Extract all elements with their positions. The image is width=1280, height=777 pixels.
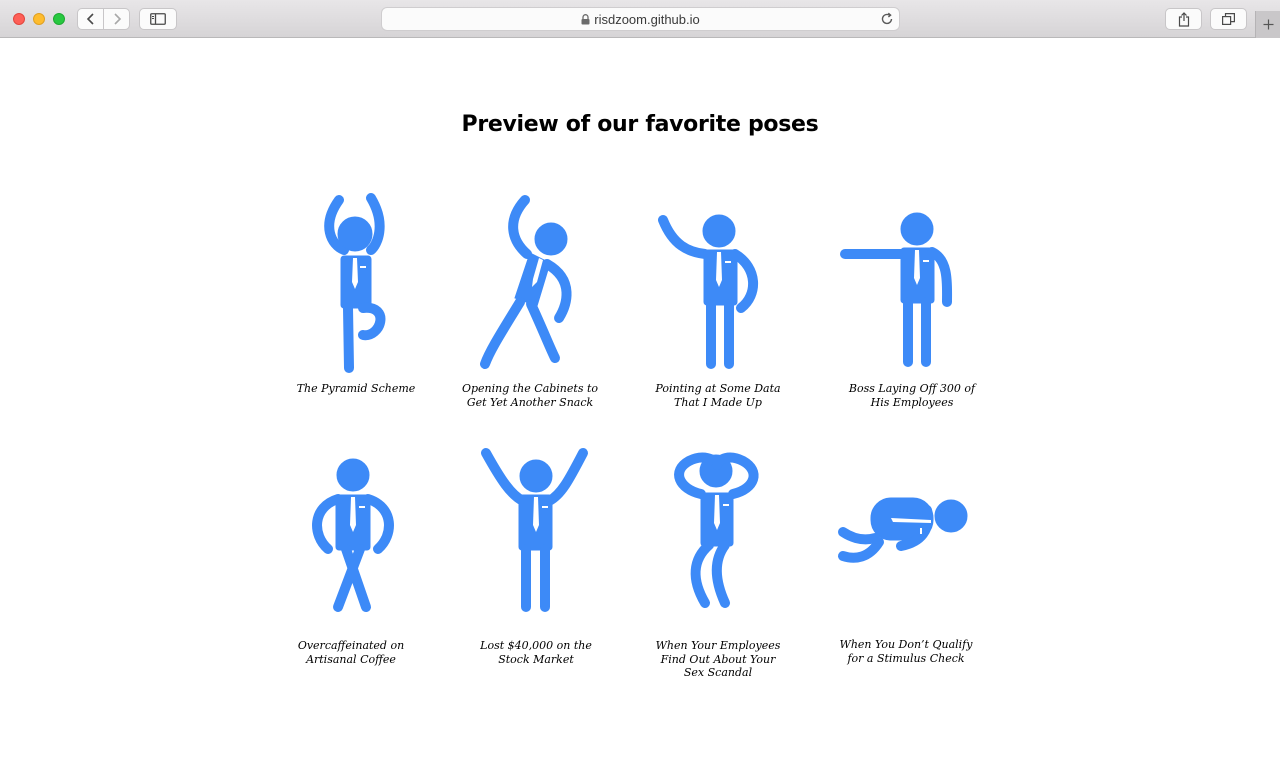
stock-market-figure [481,448,588,612]
plus-icon [1263,19,1273,30]
cabinet-figure [480,195,572,369]
pose-caption: Overcaffeinated on Artisanal Coffee [297,639,405,666]
url-text: risdzoom.github.io [594,11,700,27]
share-icon [1178,11,1189,27]
scandal-figure [674,452,759,608]
forward-button[interactable] [103,8,130,30]
browser-toolbar: risdzoom.github.io [0,0,1280,38]
pose-card: Pointing at Some Data That I Made Up [643,190,793,409]
tabs-overview-icon [1222,13,1235,25]
maximize-window-button[interactable] [53,13,65,25]
reload-icon [881,12,893,25]
address-bar[interactable]: risdzoom.github.io [381,7,900,31]
overcaffeinated-figure [312,458,394,612]
page-title: Preview of our favorite poses [461,112,819,137]
close-window-button[interactable] [13,13,25,25]
new-tab-button[interactable] [1255,11,1280,38]
pose-card: When You Don’t Qualify for a Stimulus Ch… [831,470,981,665]
pose-card: Opening the Cabinets to Get Yet Another … [455,190,605,409]
pose-caption: Opening the Cabinets to Get Yet Another … [461,382,599,409]
sidebar-toggle-button[interactable] [139,8,177,30]
sidebar-icon [150,13,166,25]
pose-card: When Your Employees Find Out About Your … [643,449,793,680]
pose-card: Overcaffeinated on Artisanal Coffee [276,455,426,666]
pose-caption: When Your Employees Find Out About Your … [655,639,781,679]
share-button[interactable] [1165,8,1202,30]
show-tabs-button[interactable] [1210,8,1247,30]
pyramid-scheme-figure [324,193,386,373]
reload-button[interactable] [880,12,894,26]
no-stimulus-figure [838,497,968,563]
pose-caption: When You Don’t Qualify for a Stimulus Ch… [839,638,973,665]
chevron-left-icon [86,13,94,25]
pose-caption: Pointing at Some Data That I Made Up [655,382,781,409]
pose-caption: Boss Laying Off 300 of His Employees [848,382,976,409]
pointing-figure [658,214,759,369]
pose-caption: Lost $40,000 on the Stock Market [480,639,592,666]
pose-caption: The Pyramid Scheme [296,382,416,395]
minimize-window-button[interactable] [33,13,45,25]
pointing-boss-figure [840,212,953,367]
pose-card: The Pyramid Scheme [281,190,431,396]
lock-icon [581,13,590,24]
back-button[interactable] [77,8,104,30]
pose-card: Lost $40,000 on the Stock Market [461,445,611,666]
chevron-right-icon [113,13,121,25]
pose-card: Boss Laying Off 300 of His Employees [837,190,987,409]
